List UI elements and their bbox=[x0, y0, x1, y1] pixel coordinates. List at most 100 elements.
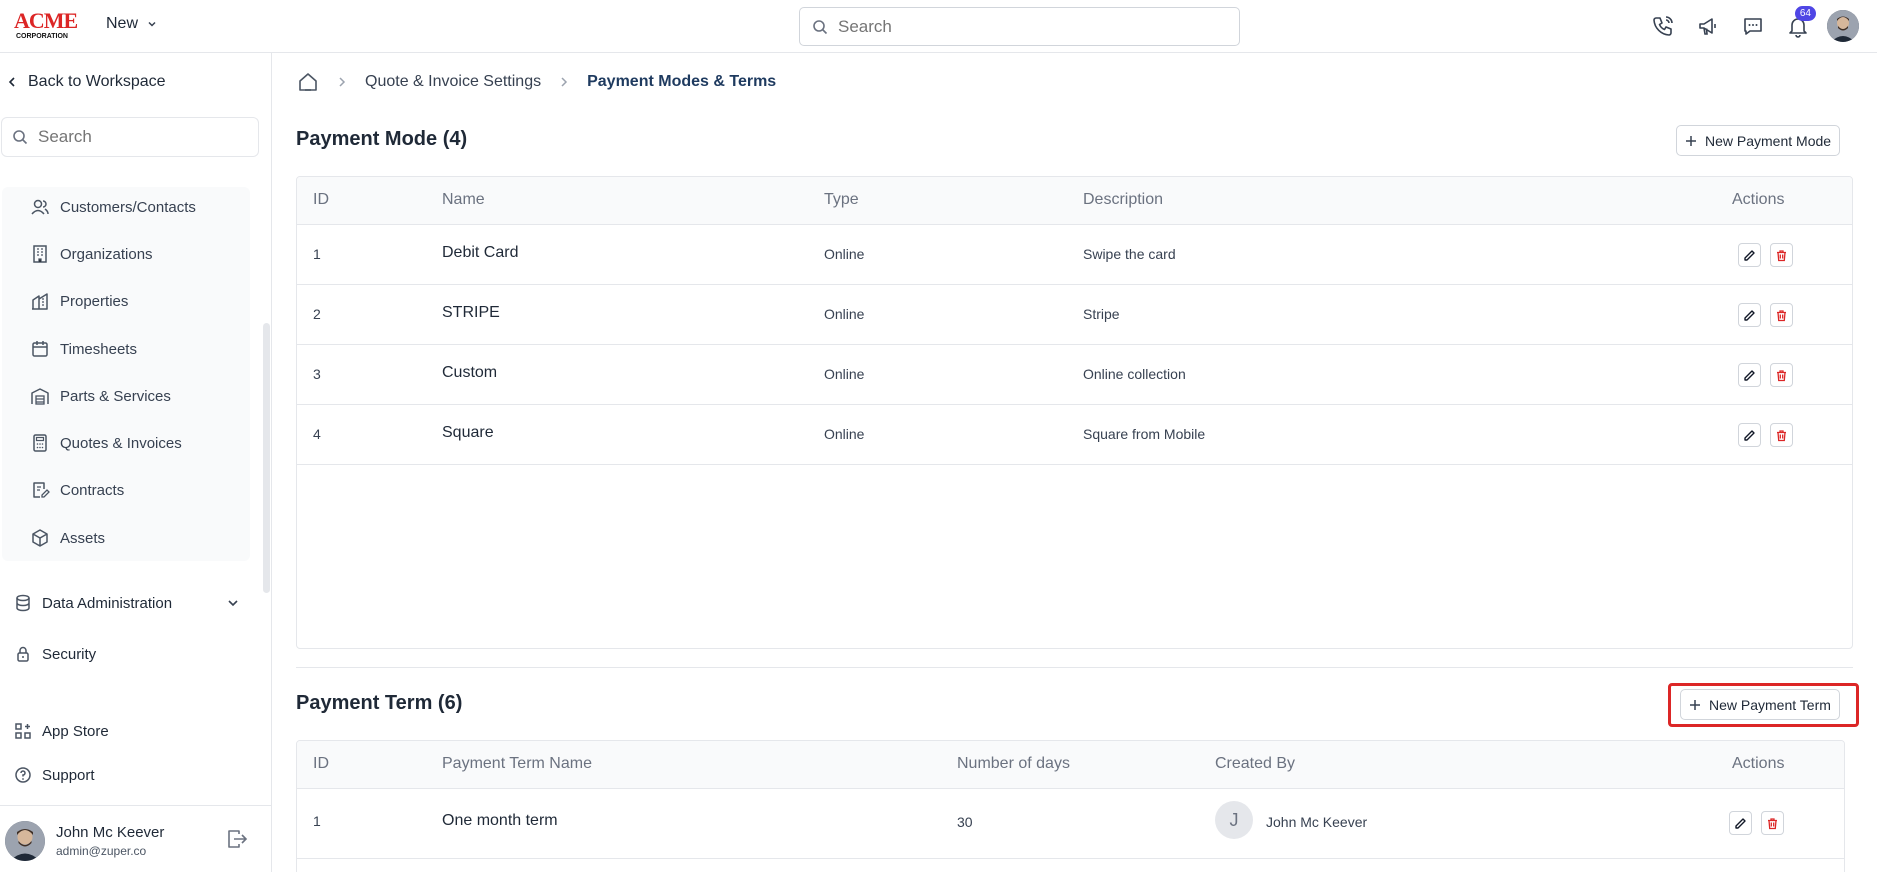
column-id: ID bbox=[313, 755, 329, 772]
sidebar-item-label: Properties bbox=[60, 292, 129, 310]
acme-logo[interactable]: ACME CORPORATION bbox=[12, 8, 84, 40]
user-email: admin@zuper.co bbox=[56, 844, 147, 858]
bell-icon[interactable]: 64 bbox=[1782, 6, 1816, 44]
warehouse-icon bbox=[31, 388, 49, 405]
logout-button[interactable] bbox=[226, 828, 248, 855]
cell-description: Online collection bbox=[1083, 366, 1186, 382]
chevron-down-icon bbox=[228, 600, 238, 607]
property-icon bbox=[32, 293, 48, 310]
cell-id: 1 bbox=[313, 246, 321, 262]
sidebar-item-data-administration[interactable]: Data Administration bbox=[14, 594, 240, 612]
sidebar-item-quotes-invoices[interactable]: Quotes & Invoices bbox=[30, 433, 182, 453]
sidebar-item-security[interactable]: Security bbox=[14, 645, 96, 663]
delete-button[interactable] bbox=[1761, 811, 1784, 835]
top-icons: 64 bbox=[1647, 6, 1859, 44]
svg-text:CORPORATION: CORPORATION bbox=[16, 33, 68, 40]
megaphone-icon[interactable] bbox=[1692, 8, 1724, 44]
user-avatar[interactable] bbox=[5, 821, 45, 861]
top-bar: ACME CORPORATION New 64 bbox=[0, 0, 1877, 53]
new-payment-term-button[interactable]: New Payment Term bbox=[1680, 689, 1840, 720]
table-row: 1 Debit Card Online Swipe the card bbox=[297, 225, 1852, 285]
column-description: Description bbox=[1083, 191, 1164, 208]
sidebar-item-label: Data Administration bbox=[42, 594, 173, 612]
sidebar-scrollbar[interactable] bbox=[263, 323, 270, 593]
box-icon bbox=[32, 529, 48, 547]
edit-button[interactable] bbox=[1729, 811, 1752, 835]
home-icon[interactable] bbox=[297, 71, 319, 93]
trash-icon bbox=[1777, 369, 1786, 381]
pencil-icon bbox=[1744, 429, 1755, 441]
help-circle-icon bbox=[15, 767, 31, 783]
table-row: 3 Custom Online Online collection bbox=[297, 345, 1852, 405]
sidebar-user-footer: John Mc Keever admin@zuper.co bbox=[0, 805, 271, 872]
delete-button[interactable] bbox=[1770, 243, 1793, 267]
delete-button[interactable] bbox=[1770, 423, 1793, 447]
profile-avatar[interactable] bbox=[1827, 10, 1859, 42]
column-name: Name bbox=[442, 191, 485, 208]
users-icon bbox=[31, 199, 49, 215]
sidebar-item-customers-contacts[interactable]: Customers/Contacts bbox=[30, 197, 196, 217]
building-icon bbox=[33, 245, 47, 263]
back-to-workspace-link[interactable]: Back to Workspace bbox=[6, 73, 166, 91]
delete-button[interactable] bbox=[1770, 363, 1793, 387]
new-payment-mode-label: New Payment Mode bbox=[1705, 132, 1832, 149]
cell-type: Online bbox=[824, 426, 865, 442]
sidebar-item-contracts[interactable]: Contracts bbox=[30, 480, 124, 500]
global-search-input[interactable] bbox=[838, 16, 1218, 37]
column-payment-term-name: Payment Term Name bbox=[442, 755, 592, 772]
sidebar-search-input[interactable] bbox=[38, 127, 238, 147]
sidebar-item-app-store[interactable]: App Store bbox=[14, 722, 109, 740]
payment-term-table: ID Payment Term Name Number of days Crea… bbox=[296, 740, 1845, 872]
global-search[interactable] bbox=[799, 7, 1240, 46]
search-icon bbox=[13, 130, 28, 145]
delete-button[interactable] bbox=[1770, 303, 1793, 327]
edit-button[interactable] bbox=[1738, 423, 1761, 447]
edit-button[interactable] bbox=[1738, 243, 1761, 267]
svg-text:ACME: ACME bbox=[14, 8, 78, 33]
sidebar-search[interactable] bbox=[1, 117, 259, 157]
cell-name: STRIPE bbox=[442, 304, 500, 321]
column-created-by: Created By bbox=[1215, 755, 1296, 772]
cell-created-by: John Mc Keever bbox=[1266, 814, 1368, 830]
sidebar-item-label: Security bbox=[42, 645, 97, 663]
sidebar-item-support[interactable]: Support bbox=[14, 766, 95, 784]
sidebar-item-organizations[interactable]: Organizations bbox=[30, 244, 153, 264]
cell-description: Stripe bbox=[1083, 306, 1120, 322]
chevron-right-icon bbox=[339, 77, 346, 87]
cell-name: Debit Card bbox=[442, 244, 519, 261]
apps-icon bbox=[15, 723, 31, 739]
new-menu-button[interactable]: New bbox=[106, 15, 158, 33]
sidebar-item-label: App Store bbox=[42, 722, 109, 740]
chat-icon[interactable] bbox=[1737, 8, 1769, 44]
trash-icon bbox=[1777, 309, 1786, 321]
sidebar-item-timesheets[interactable]: Timesheets bbox=[30, 339, 137, 359]
column-id: ID bbox=[313, 191, 329, 208]
new-payment-mode-button[interactable]: New Payment Mode bbox=[1676, 125, 1841, 156]
new-payment-term-label: New Payment Term bbox=[1709, 696, 1831, 713]
cell-description: Swipe the card bbox=[1083, 246, 1176, 262]
pencil-icon bbox=[1744, 369, 1755, 381]
sidebar-item-parts-services[interactable]: Parts & Services bbox=[30, 386, 171, 406]
table-header: ID Name Type Description Actions bbox=[297, 177, 1852, 225]
cell-id: 1 bbox=[313, 813, 321, 829]
payment-mode-title: Payment Mode (4) bbox=[296, 128, 468, 150]
sidebar-item-label: Assets bbox=[60, 529, 106, 547]
cell-type: Online bbox=[824, 366, 865, 382]
section-divider bbox=[296, 667, 1853, 668]
phone-icon[interactable] bbox=[1647, 8, 1679, 44]
trash-icon bbox=[1777, 249, 1786, 261]
breadcrumb-current: Payment Modes & Terms bbox=[587, 73, 777, 90]
cell-id: 4 bbox=[313, 426, 321, 442]
sidebar-item-properties[interactable]: Properties bbox=[30, 291, 128, 311]
notification-badge: 64 bbox=[1794, 6, 1816, 21]
cell-name: Custom bbox=[442, 364, 498, 381]
column-type: Type bbox=[824, 191, 859, 208]
column-number-of-days: Number of days bbox=[957, 755, 1070, 772]
edit-button[interactable] bbox=[1738, 363, 1761, 387]
edit-button[interactable] bbox=[1738, 303, 1761, 327]
table-row: 2 STRIPE Online Stripe bbox=[297, 285, 1852, 345]
sidebar-item-assets[interactable]: Assets bbox=[30, 528, 105, 548]
cell-description: Square from Mobile bbox=[1083, 426, 1206, 442]
breadcrumb-parent[interactable]: Quote & Invoice Settings bbox=[365, 73, 541, 91]
database-icon bbox=[16, 594, 30, 612]
